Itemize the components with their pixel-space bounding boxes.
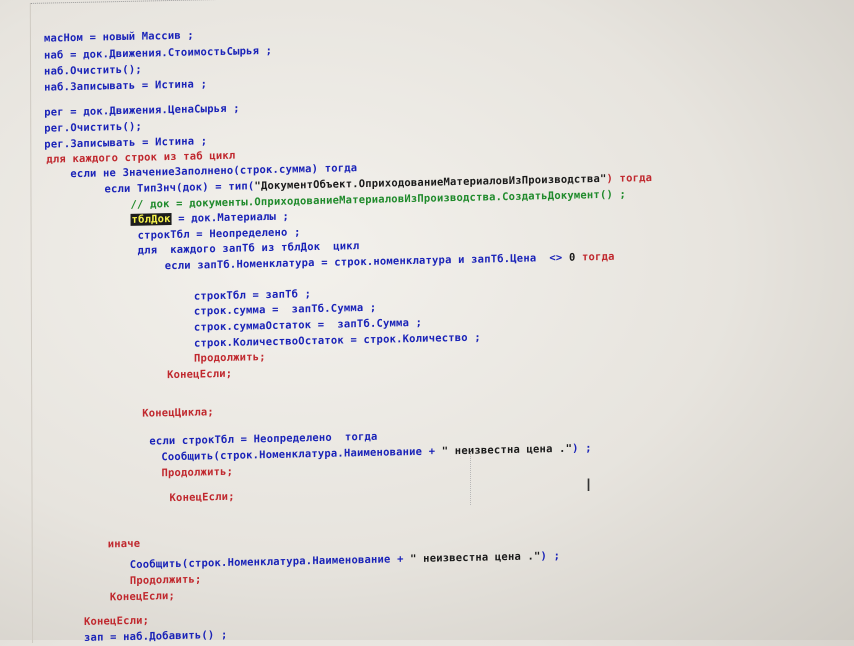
- code-line: для каждого строк из таб цикл: [46, 149, 236, 166]
- text-cursor-icon: I: [586, 476, 592, 496]
- code-line: масНом = новый Массив ;: [43, 29, 194, 45]
- code-line: рег.Очистить();: [44, 120, 143, 135]
- code-line: рег = док.Движения.ЦенаСырья ;: [44, 102, 240, 119]
- code-line: наб.Записывать = Истина ;: [44, 78, 208, 94]
- code-editor[interactable]: масНом = новый Массив ; наб = док.Движен…: [0, 0, 854, 644]
- indent-guide: [470, 450, 472, 505]
- code-line: Продолжить;: [161, 465, 234, 480]
- code-line: зап = наб.Добавить() ;: [83, 628, 228, 644]
- code-line: наб = док.Движения.СтоимостьСырья ;: [43, 44, 273, 62]
- code-line: КонецЕсли;: [169, 490, 235, 505]
- code-line: строк.сумма = запТб.Сумма ;: [193, 301, 377, 318]
- code-line: КонецЕсли;: [167, 367, 233, 382]
- code-line: если не ЗначениеЗаполнено(строк.сумма) т…: [70, 162, 358, 181]
- code-line: тблДок = док.Материалы ;: [130, 210, 290, 226]
- code-line: иначе: [107, 537, 141, 551]
- code-line: рег.Записывать = Истина ;: [44, 135, 208, 151]
- code-line: наб.Очистить();: [44, 63, 142, 78]
- code-line: КонецЕсли;: [83, 614, 150, 628]
- editor-gutter: [29, 2, 34, 644]
- code-line: строк.КоличествоОстаток = строк.Количест…: [193, 331, 481, 350]
- code-line: Сообщить(строк.Номенклатура.Наименование…: [129, 549, 561, 571]
- selected-token: тблДок: [130, 213, 172, 226]
- code-line: строкТбл = Неопределено ;: [137, 226, 301, 242]
- code-line: КонецЦикла;: [142, 406, 214, 420]
- code-line: Продолжить;: [194, 351, 266, 365]
- code-line: если строкТбл = Неопределено тогда: [149, 430, 378, 448]
- code-line: строкТбл = запТб ;: [193, 288, 312, 303]
- code-line: для каждого запТб из тблДок цикл: [137, 240, 360, 257]
- editor-top-border: [29, 0, 854, 8]
- code-line: Продолжить;: [129, 573, 202, 587]
- code-line: строк.суммаОстаток = запТб.Сумма ;: [193, 316, 423, 334]
- code-line: КонецЕсли;: [109, 590, 176, 604]
